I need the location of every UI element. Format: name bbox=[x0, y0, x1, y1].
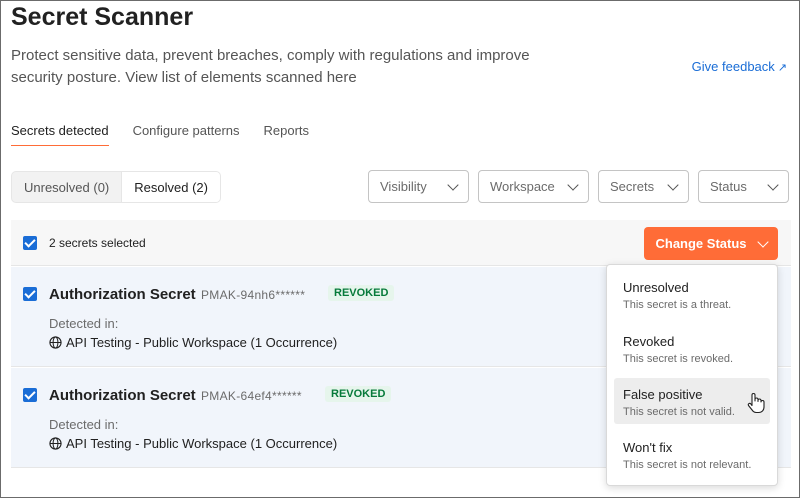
chevron-down-icon bbox=[756, 235, 769, 248]
change-status-button[interactable]: Change Status bbox=[644, 227, 778, 260]
status-option-description: This secret is revoked. bbox=[623, 353, 734, 365]
workspace-filter[interactable]: Workspace bbox=[478, 170, 589, 203]
status-option-title: Unresolved bbox=[623, 280, 689, 295]
tab-secrets-detected[interactable]: Secrets detected bbox=[11, 123, 109, 146]
workspace-filter-label: Workspace bbox=[490, 179, 555, 194]
hand-cursor-icon bbox=[747, 393, 765, 414]
chevron-down-icon bbox=[667, 178, 679, 191]
resolution-toggle: Unresolved (0) Resolved (2) bbox=[11, 171, 221, 203]
selection-count: 2 secrets selected bbox=[49, 236, 146, 250]
chevron-down-icon bbox=[447, 178, 459, 191]
secret-key: PMAK-64ef4****** bbox=[201, 389, 302, 403]
secret-name[interactable]: Authorization Secret bbox=[49, 387, 196, 404]
secrets-filter[interactable]: Secrets bbox=[598, 170, 689, 203]
chevron-down-icon bbox=[767, 178, 779, 191]
status-filter[interactable]: Status bbox=[698, 170, 789, 203]
status-option-description: This secret is not relevant. bbox=[623, 459, 752, 471]
secrets-filter-label: Secrets bbox=[610, 179, 655, 194]
give-feedback-label: Give feedback bbox=[691, 59, 775, 74]
status-badge: REVOKED bbox=[325, 386, 392, 402]
chevron-down-icon bbox=[567, 178, 579, 191]
status-option-revoked[interactable]: Revoked This secret is revoked. bbox=[614, 325, 770, 371]
status-badge: REVOKED bbox=[328, 285, 395, 301]
secret-name[interactable]: Authorization Secret bbox=[49, 286, 196, 303]
status-option-description: This secret is not valid. bbox=[623, 406, 735, 418]
external-link-icon: ↗ bbox=[777, 62, 787, 74]
give-feedback-link[interactable]: Give feedback ↗ bbox=[692, 59, 787, 74]
status-option-title: False positive bbox=[623, 387, 703, 402]
status-option-description: This secret is a threat. bbox=[623, 299, 732, 311]
change-status-label: Change Status bbox=[655, 236, 747, 251]
status-option-wont-fix[interactable]: Won't fix This secret is not relevant. bbox=[614, 431, 770, 477]
unresolved-toggle-button[interactable]: Unresolved (0) bbox=[12, 172, 121, 202]
secret-row-checkbox[interactable] bbox=[23, 388, 37, 402]
resolved-toggle-button[interactable]: Resolved (2) bbox=[121, 172, 220, 202]
globe-icon bbox=[49, 437, 62, 450]
page-description: Protect sensitive data, prevent breaches… bbox=[11, 47, 530, 86]
detected-in-label: Detected in: bbox=[49, 417, 119, 432]
status-filter-label: Status bbox=[710, 179, 747, 194]
visibility-filter[interactable]: Visibility bbox=[368, 170, 469, 203]
detected-in-label: Detected in: bbox=[49, 316, 119, 331]
detected-workspace-label: API Testing - Public Workspace (1 Occurr… bbox=[66, 335, 338, 350]
status-option-title: Revoked bbox=[623, 334, 675, 349]
selection-bar: 2 secrets selected Change Status bbox=[11, 220, 791, 266]
tab-reports[interactable]: Reports bbox=[264, 123, 310, 146]
visibility-filter-label: Visibility bbox=[380, 179, 427, 194]
status-option-title: Won't fix bbox=[623, 440, 673, 455]
tab-bar: Secrets detected Configure patterns Repo… bbox=[11, 123, 333, 147]
status-option-unresolved[interactable]: Unresolved This secret is a threat. bbox=[614, 271, 770, 317]
filter-bar: Visibility Workspace Secrets Status bbox=[368, 170, 789, 203]
detected-workspace[interactable]: API Testing - Public Workspace (1 Occurr… bbox=[49, 436, 337, 451]
tab-configure-patterns[interactable]: Configure patterns bbox=[133, 123, 240, 146]
page-title: Secret Scanner bbox=[11, 3, 194, 31]
detected-workspace[interactable]: API Testing - Public Workspace (1 Occurr… bbox=[49, 335, 337, 350]
globe-icon bbox=[49, 336, 62, 349]
status-dropdown-menu: Unresolved This secret is a threat. Revo… bbox=[606, 264, 778, 486]
secret-row-checkbox[interactable] bbox=[23, 287, 37, 301]
secret-key: PMAK-94nh6****** bbox=[201, 288, 306, 302]
select-all-checkbox[interactable] bbox=[23, 236, 37, 250]
detected-workspace-label: API Testing - Public Workspace (1 Occurr… bbox=[66, 436, 338, 451]
